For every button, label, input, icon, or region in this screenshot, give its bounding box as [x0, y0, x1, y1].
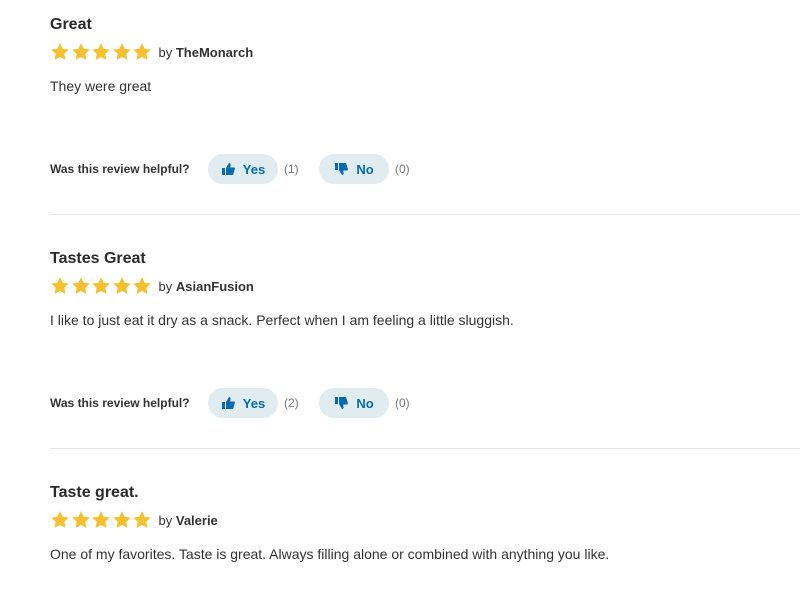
no-count: (0) [395, 396, 410, 410]
thumbs-down-icon [334, 162, 349, 176]
star-icon [91, 510, 111, 530]
yes-count: (1) [284, 162, 299, 176]
helpful-row: Was this review helpful? Yes (2) No (0) [50, 388, 417, 418]
star-rating [50, 510, 153, 530]
no-count: (0) [395, 162, 410, 176]
helpful-no-button[interactable]: No [319, 388, 389, 418]
yes-label: Yes [242, 395, 266, 411]
star-icon [50, 42, 70, 62]
author-name: Valerie [175, 512, 218, 528]
star-icon [71, 42, 91, 62]
star-icon [132, 510, 152, 530]
by-label: by [158, 512, 173, 528]
author-name: TheMonarch [175, 44, 254, 60]
review-author: by AsianFusion [159, 279, 254, 294]
review: Taste great. by Valerie One of my favori… [50, 482, 800, 564]
star-icon [132, 42, 152, 62]
helpful-yes-button[interactable]: Yes [208, 154, 278, 184]
author-name: AsianFusion [175, 278, 254, 294]
review-divider [50, 448, 800, 449]
review-body: One of my favorites. Taste is great. Alw… [50, 546, 610, 562]
rating-row: by AsianFusion [50, 274, 800, 298]
thumbs-down-icon [334, 396, 349, 410]
by-label: by [158, 278, 173, 294]
helpful-no-button[interactable]: No [319, 154, 389, 184]
helpful-row: Was this review helpful? Yes (1) No (0) [50, 154, 417, 184]
star-icon [91, 276, 111, 296]
review: Tastes Great by AsianFusion I like to ju… [50, 248, 800, 418]
no-label: No [356, 161, 374, 177]
star-rating [50, 42, 153, 62]
review-title: Tastes Great [50, 250, 146, 267]
no-label: No [356, 395, 374, 411]
star-icon [112, 510, 132, 530]
helpful-yes-button[interactable]: Yes [208, 388, 278, 418]
review-divider [50, 214, 800, 215]
review-title: Great [50, 16, 92, 33]
star-icon [132, 276, 152, 296]
rating-row: by Valerie [50, 508, 800, 532]
review-author: by TheMonarch [159, 45, 254, 60]
thumbs-up-icon [221, 162, 235, 176]
star-rating [50, 276, 153, 296]
star-icon [71, 510, 91, 530]
star-icon [71, 276, 91, 296]
review: Great by TheMonarch They were great Was … [50, 14, 800, 184]
helpful-question: Was this review helpful? [50, 162, 190, 176]
star-icon [50, 276, 70, 296]
yes-label: Yes [242, 161, 266, 177]
star-icon [50, 510, 70, 530]
thumbs-up-icon [221, 396, 235, 410]
yes-count: (2) [284, 396, 299, 410]
review-body: I like to just eat it dry as a snack. Pe… [50, 312, 514, 328]
review-author: by Valerie [159, 513, 218, 528]
helpful-question: Was this review helpful? [50, 396, 190, 410]
review-title: Taste great. [50, 484, 139, 501]
by-label: by [158, 44, 173, 60]
star-icon [91, 42, 111, 62]
review-body: They were great [50, 78, 152, 94]
star-icon [112, 276, 132, 296]
rating-row: by TheMonarch [50, 40, 800, 64]
star-icon [112, 42, 132, 62]
